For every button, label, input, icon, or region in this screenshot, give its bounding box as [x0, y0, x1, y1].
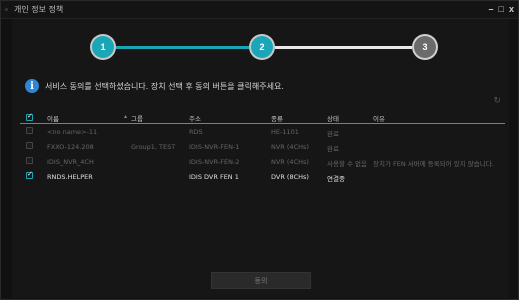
row-checkbox[interactable] — [26, 157, 33, 164]
sort-asc-icon[interactable]: ▴ — [124, 113, 127, 120]
table-row[interactable]: IDIS_NVR_4CH IDIS-NVR-FEN-2 NVR (4CHs) 사… — [20, 154, 505, 169]
column-header-name[interactable]: 이름 — [47, 113, 59, 123]
column-header-address[interactable]: 주소 — [189, 113, 201, 123]
cell-group: Group1, TEST — [131, 143, 176, 151]
window-controls: – □ x — [489, 4, 514, 15]
cell-type: DVR (8CHs) — [271, 173, 309, 181]
table-header: 이름 ▴ 그룹 주소 종류 상태 이유 — [20, 111, 505, 124]
cell-state: 완료 — [327, 145, 339, 153]
column-header-group[interactable]: 그룹 — [131, 113, 143, 123]
column-header-type[interactable]: 종류 — [271, 113, 283, 123]
refresh-icon[interactable]: ↻ — [493, 95, 501, 106]
cell-name: RNDS.HELPER — [47, 173, 93, 181]
dialog-window: ◦ 개인 정보 정책 – □ x 1 2 3 i 서비스 동의를 선택하셨습니다… — [0, 0, 519, 300]
device-table: 이름 ▴ 그룹 주소 종류 상태 이유 <no name>-11 RDS HE-… — [20, 111, 505, 184]
column-header-reason[interactable]: 이유 — [373, 113, 385, 123]
cell-address: IDIS-NVR-FEN-2 — [189, 158, 240, 166]
wizard-content: 1 2 3 i 서비스 동의를 선택하셨습니다. 장치 선택 후 동의 버튼을 … — [12, 19, 509, 298]
row-checkbox[interactable] — [26, 142, 33, 149]
cell-reason: 장치가 FEN 서버에 등록되어 있지 않습니다. — [373, 160, 494, 168]
cell-type: HE-1101 — [271, 128, 299, 136]
cell-type: NVR (4CHs) — [271, 158, 309, 166]
info-icon: i — [25, 79, 39, 93]
app-icon: ◦ — [5, 5, 8, 14]
table-row[interactable]: RNDS.HELPER IDIS DVR FEN 1 DVR (8CHs) 연결… — [20, 169, 505, 184]
cell-name: IDIS_NVR_4CH — [47, 158, 94, 166]
cell-state: 완료 — [327, 130, 339, 138]
cell-state: 연결중 — [327, 175, 345, 183]
close-icon[interactable]: x — [509, 4, 514, 15]
step-connector-2 — [275, 46, 412, 49]
cell-state: 사용할 수 없음 — [327, 160, 368, 168]
title-bar[interactable]: ◦ 개인 정보 정책 – □ x — [1, 1, 518, 19]
step-2: 2 — [251, 36, 273, 58]
table-row[interactable]: <no name>-11 RDS HE-1101 완료 — [20, 124, 505, 139]
maximize-icon[interactable]: □ — [499, 4, 504, 15]
cell-name: FXXO-124.208 — [47, 143, 94, 151]
row-checkbox[interactable] — [26, 170, 33, 179]
column-header-state[interactable]: 상태 — [327, 113, 339, 123]
cell-address: IDIS-NVR-FEN-1 — [189, 143, 240, 151]
cell-address: IDIS DVR FEN 1 — [189, 173, 239, 181]
instruction-notice: i 서비스 동의를 선택하셨습니다. 장치 선택 후 동의 버튼을 클릭해주세요… — [25, 78, 284, 94]
window-title: 개인 정보 정책 — [14, 5, 64, 14]
wizard-stepper: 1 2 3 — [12, 19, 509, 75]
notice-text: 서비스 동의를 선택하셨습니다. 장치 선택 후 동의 버튼을 클릭해주세요. — [45, 81, 284, 91]
step-connector-1 — [116, 46, 249, 49]
table-row[interactable]: FXXO-124.208 Group1, TEST IDIS-NVR-FEN-1… — [20, 139, 505, 154]
step-3: 3 — [414, 36, 436, 58]
row-checkbox[interactable] — [26, 127, 33, 134]
cell-type: NVR (4CHs) — [271, 143, 309, 151]
agree-button[interactable]: 동의 — [211, 272, 311, 289]
minimize-icon[interactable]: – — [489, 4, 494, 15]
step-1: 1 — [92, 36, 114, 58]
select-all-checkbox[interactable] — [26, 112, 33, 121]
cell-name: <no name>-11 — [47, 128, 98, 136]
cell-address: RDS — [189, 128, 203, 136]
